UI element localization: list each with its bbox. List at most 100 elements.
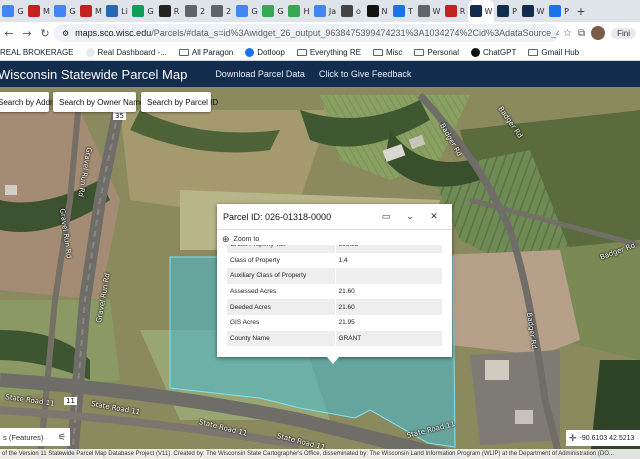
browser-window: G M G M Li G R 2 2 G G H Ja o N T W R W P W P + ← → ↻ ⚙ maps.s… [0,0,640,459]
crosshair-icon[interactable]: ✛ [569,433,577,444]
parcel-popup: Parcel ID: 026-01318-0000 ▭ ⌄ ✕ ⊕ Zoom t… [217,204,452,357]
tab-label: N [381,6,388,16]
folder-icon [296,48,307,56]
bookmark-label: Real Dashboard -... [97,47,167,57]
finish-update-button[interactable]: Fini [611,27,636,39]
bookmark-item[interactable]: Dotloop [245,47,285,57]
layer-list-bar[interactable]: s (Features) ⚟ [0,428,70,446]
browser-tab[interactable]: W [416,0,442,22]
browser-tab[interactable]: W [468,0,494,22]
tab-label: R [173,6,180,16]
bookmark-item[interactable]: All Paragon [178,48,233,57]
browser-tab[interactable]: W [520,0,546,22]
browser-tab[interactable]: G [234,0,260,22]
folder-icon [414,48,425,56]
browser-tab[interactable]: M [78,0,104,22]
url-path: /Parcels/#data_s=id%3Awidget_26_output_9… [151,28,559,38]
reload-icon[interactable]: ↻ [36,27,54,40]
bookmark-favicon-icon [245,47,255,57]
browser-tab[interactable]: G [0,0,26,22]
browser-tab[interactable]: N [364,0,390,22]
tab-label: W [536,6,545,16]
bookmark-label: REAL BROKERAGE [0,47,74,57]
download-parcel-data-link[interactable]: Download Parcel Data [215,69,305,79]
bookmark-item[interactable]: Misc [372,47,403,57]
map-attribution: of the Version 11 Statewide Parcel Map D… [0,449,640,459]
tab-favicon-icon [497,5,510,17]
search-by-address-button[interactable]: Search by Address [0,92,65,112]
attribute-key: Class of Property [227,252,336,269]
back-arrow-icon[interactable]: ← [0,27,18,40]
tab-label: G [69,6,76,16]
browser-tab[interactable]: G [130,0,156,22]
bookmark-label: Everything RE [309,47,361,57]
tab-label: T [408,6,413,16]
browser-tab[interactable]: Li [104,0,130,22]
folder-icon [178,48,189,56]
sliders-icon[interactable]: ⚟ [58,432,66,443]
browser-tab[interactable]: R [156,0,182,22]
zoom-in-icon: ⊕ [222,233,230,244]
tab-favicon-icon [549,5,562,17]
profile-avatar[interactable] [591,26,606,40]
attribute-value: 21.60 [335,299,443,315]
tab-favicon-icon [158,5,171,17]
browser-tab[interactable]: G [260,0,286,22]
coordinate-readout[interactable]: ✛ -90.6103 42.5213 [566,430,640,446]
tab-label: M [95,6,102,16]
browser-tab[interactable]: o [338,0,364,22]
search-by-owner-button[interactable]: Search by Owner Name [53,92,144,112]
tab-label: 2 [225,6,232,16]
star-icon[interactable]: ☆ [563,28,572,39]
app-title: Wisconsin Statewide Parcel Map [0,66,188,82]
browser-tab[interactable]: M [26,0,52,22]
search-by-parcel-id-button[interactable]: Search by Parcel ID [141,92,218,112]
tab-favicon-icon [262,5,275,17]
browser-tab[interactable]: P [546,0,572,22]
tab-favicon-icon [417,5,430,17]
bookmark-item[interactable]: ChatGPT [471,47,516,57]
browser-tab[interactable]: 2 [182,0,208,22]
bookmark-item[interactable]: Personal [414,48,459,57]
tab-label: G [251,6,258,16]
tab-label: W [484,6,493,16]
bookmark-item[interactable]: Everything RE [296,47,361,57]
address-bar-row: ← → ↻ ⚙ maps.sco.wisc.edu/Parcels/#data_… [0,22,640,44]
tab-label: R [459,6,466,16]
bookmark-label: Misc [385,47,403,57]
zoom-to-label: Zoom to [233,235,260,243]
site-info-icon[interactable]: ⚙ [62,29,69,38]
chevron-down-icon[interactable]: ⌄ [398,212,422,222]
new-tab-button[interactable]: + [572,3,590,19]
browser-tab[interactable]: Ja [312,0,338,22]
browser-tab[interactable]: G [52,0,78,22]
attribute-row: Auxiliary Class of Property [227,268,443,284]
extensions-icon[interactable]: ⧉ [578,28,585,39]
bookmarks-bar: REAL BROKERAGE Real Dashboard -... All Par… [0,44,640,61]
browser-tab[interactable]: R [442,0,468,22]
forward-arrow-icon[interactable]: → [18,27,36,40]
url-field[interactable]: ⚙ maps.sco.wisc.edu/Parcels/#data_s=id%3… [54,24,559,42]
attribute-key: Deeded Acres [227,299,336,315]
bookmark-item[interactable]: Gmail Hub [528,48,579,57]
route-11-shield: 11 [64,397,77,405]
tab-favicon-icon [184,5,197,17]
bookmark-favicon-icon [85,47,95,57]
tab-favicon-icon [106,5,119,17]
folder-icon [372,48,383,56]
tab-favicon-icon [236,5,249,17]
close-icon[interactable]: ✕ [422,212,446,222]
tab-label: G [147,6,154,16]
dock-icon[interactable]: ▭ [374,212,398,222]
tab-label: M [43,6,50,16]
browser-tab[interactable]: T [390,0,416,22]
browser-tab[interactable]: P [494,0,520,22]
bookmark-item[interactable]: REAL BROKERAGE [0,48,74,57]
browser-tab[interactable]: H [286,0,312,22]
tab-favicon-icon [54,5,67,17]
app-header: Wisconsin Statewide Parcel Map Download … [0,61,640,87]
bookmark-item[interactable]: Real Dashboard -... [85,47,167,57]
attribute-table-scroll[interactable]: Gross Property Tax696.33Class of Propert… [227,245,443,355]
browser-tab[interactable]: 2 [208,0,234,22]
give-feedback-link[interactable]: Click to Give Feedback [319,69,412,79]
